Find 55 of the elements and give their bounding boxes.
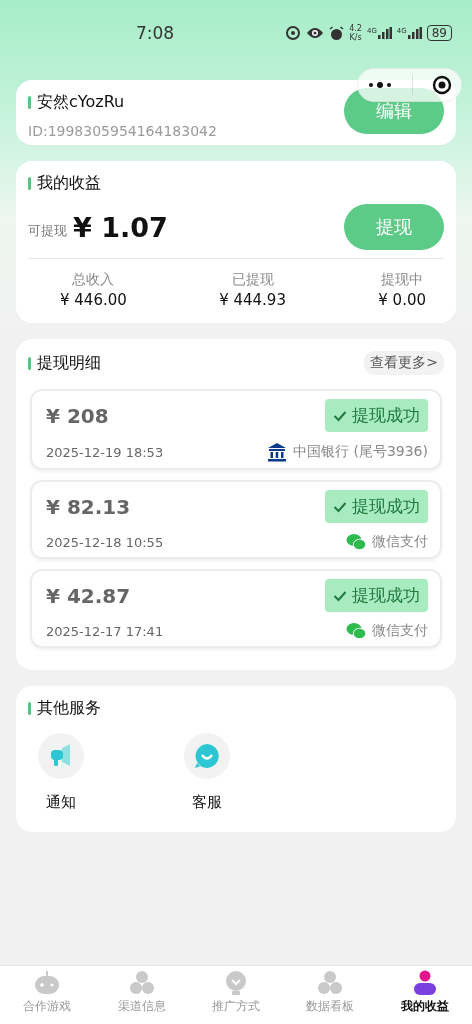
status-badge: 提现成功 bbox=[325, 579, 428, 612]
check-icon bbox=[333, 409, 347, 422]
withdrawal-amount: ¥ 208 bbox=[46, 403, 109, 428]
user-id: ID:1998305954164183042 bbox=[28, 123, 218, 139]
service-label: 通知 bbox=[46, 793, 76, 812]
tab-item[interactable]: 渠道信息 bbox=[94, 966, 189, 1024]
network-speed: 4.2 K/s bbox=[349, 24, 362, 42]
payment-method: 中国银行 (尾号3936) bbox=[293, 443, 428, 461]
tab-item[interactable]: 数据看板 bbox=[283, 966, 378, 1024]
signal-icon bbox=[377, 27, 392, 39]
signal-icon bbox=[407, 27, 422, 39]
payment-method: 微信支付 bbox=[372, 533, 428, 551]
withdrawal-time: 2025-12-17 17:41 bbox=[46, 623, 164, 639]
withdrawal-record[interactable]: ¥ 42.87 提现成功 2025-12-17 17:41 微信支付 bbox=[30, 569, 442, 648]
alarm-icon bbox=[329, 25, 345, 41]
withdrawal-record[interactable]: ¥ 208 提现成功 2025-12-19 18:53 中国银行 (尾号3936) bbox=[30, 389, 442, 470]
status-time: 7:08 bbox=[136, 23, 175, 43]
stat-value: ¥ 446.00 bbox=[60, 291, 127, 309]
bank-icon bbox=[267, 442, 287, 462]
status-badge: 提现成功 bbox=[325, 490, 428, 523]
more-icon[interactable] bbox=[367, 81, 394, 89]
tab-item[interactable]: 合作游戏 bbox=[0, 966, 95, 1024]
hexagons-icon bbox=[316, 970, 345, 996]
section-title: 其他服务 bbox=[37, 698, 101, 719]
stat-label: 已提现 bbox=[231, 271, 274, 289]
stat-label: 总收入 bbox=[72, 271, 115, 289]
available-amount: ¥ 1.07 bbox=[73, 211, 168, 243]
withdrawal-record[interactable]: ¥ 82.13 提现成功 2025-12-18 10:55 微信支付 bbox=[30, 480, 442, 559]
check-icon bbox=[333, 589, 347, 602]
withdrawal-time: 2025-12-18 10:55 bbox=[46, 534, 164, 550]
section-title: 我的收益 bbox=[37, 173, 101, 194]
withdrawal-time: 2025-12-19 18:53 bbox=[46, 444, 164, 460]
stat-value: ¥ 444.93 bbox=[219, 291, 286, 309]
stat-value: ¥ 0.00 bbox=[378, 291, 426, 309]
battery-level: 89 bbox=[426, 25, 452, 41]
eye-icon bbox=[306, 26, 325, 40]
hexagons-icon bbox=[127, 970, 156, 996]
stat-label: 提现中 bbox=[381, 271, 424, 289]
available-label: 可提现 bbox=[28, 222, 67, 240]
chat-bubbles-icon bbox=[346, 622, 366, 640]
check-icon bbox=[333, 500, 347, 513]
withdrawal-amount: ¥ 42.87 bbox=[46, 583, 131, 608]
user-name: 安然cYozRu bbox=[37, 92, 125, 113]
smile-chat-icon bbox=[194, 743, 220, 769]
chat-bubbles-icon bbox=[346, 533, 366, 551]
withdrawal-amount: ¥ 82.13 bbox=[46, 494, 131, 519]
tab-item[interactable]: 推广方式 bbox=[188, 966, 284, 1024]
section-title: 提现明细 bbox=[37, 352, 101, 374]
view-more-button[interactable]: 查看更多> bbox=[364, 351, 444, 375]
status-badge: 提现成功 bbox=[325, 399, 428, 432]
tab-item[interactable]: 我的收益 bbox=[377, 966, 472, 1024]
payment-method: 微信支付 bbox=[372, 622, 428, 640]
gamepad-icon bbox=[33, 970, 62, 996]
withdraw-button[interactable]: 提现 bbox=[344, 204, 444, 250]
service-label: 客服 bbox=[192, 793, 222, 812]
